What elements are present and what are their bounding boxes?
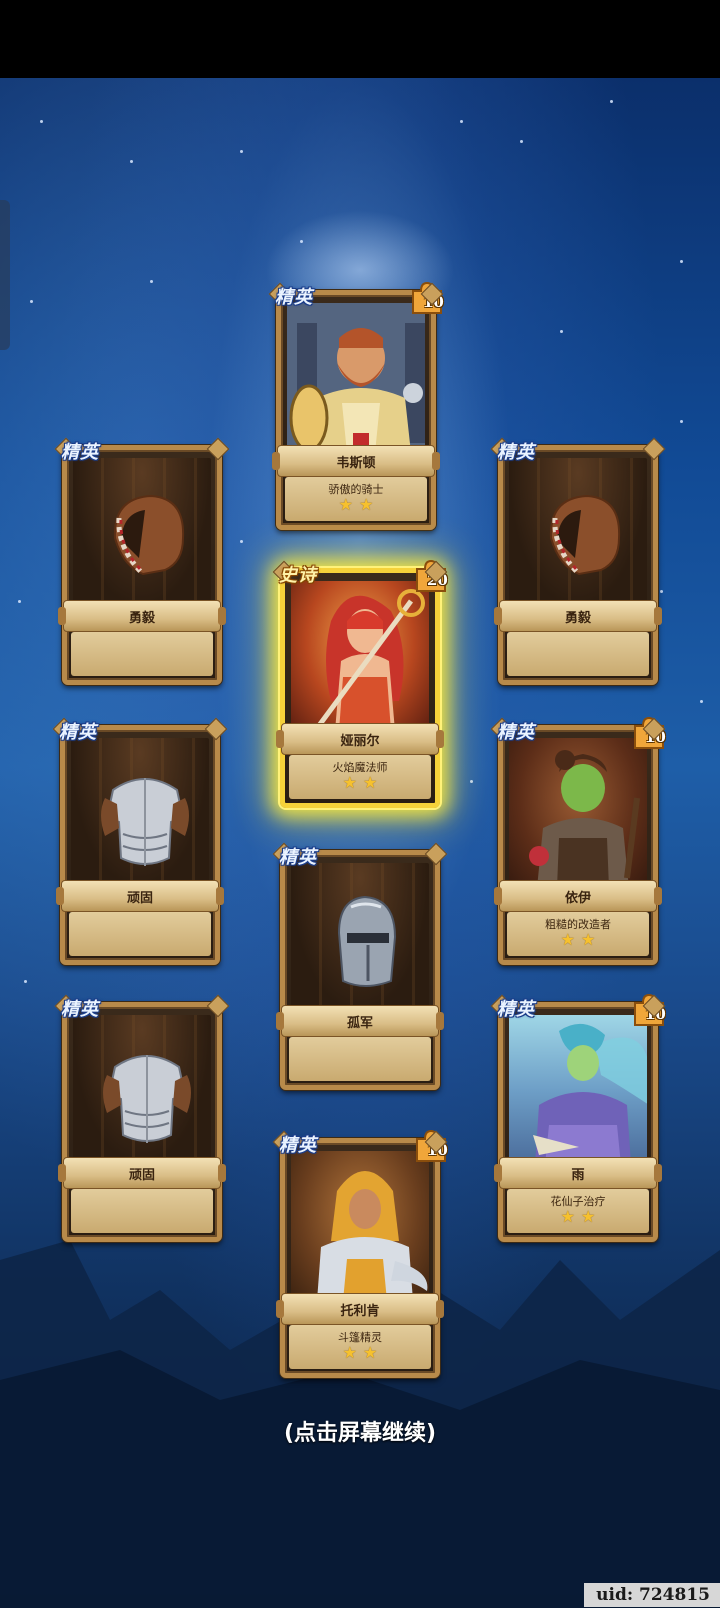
hero-portrait xyxy=(287,303,425,453)
reward-card-ariel[interactable]: 娅丽尔 火焰魔法师 ★ ★ 史诗 20 xyxy=(276,559,448,808)
card-name-plate: 勇毅 xyxy=(58,600,226,632)
card-name: 勇毅 xyxy=(128,610,155,626)
shard-puzzle-icon: 10 xyxy=(413,1129,448,1163)
star-icon: ★ xyxy=(581,930,596,949)
reward-card-weston[interactable]: 韦斯顿 骄傲的骑士 ★ ★ 精英 10 xyxy=(272,281,444,530)
item-art xyxy=(73,458,211,608)
card-info xyxy=(69,912,211,956)
tap-to-continue-prompt[interactable]: (点击屏幕继续) xyxy=(0,1415,720,1447)
reward-screen[interactable]: 韦斯顿 骄傲的骑士 ★ ★ 精英 10 勇毅 精英 勇毅 精英 娅丽尔 火焰魔法… xyxy=(0,0,720,1608)
rarity-badge: 精英 xyxy=(497,999,535,1020)
hero-portrait xyxy=(291,581,429,731)
star-icon: ★ xyxy=(560,930,575,949)
rarity-badge: 精英 xyxy=(497,722,535,743)
card-name: 韦斯顿 xyxy=(336,455,376,471)
star-icon: ★ xyxy=(338,495,353,514)
card-name-plate: 勇毅 xyxy=(494,600,662,632)
rarity-badge: 精英 xyxy=(279,847,317,868)
reward-card-yu[interactable]: 雨 花仙子治疗 ★ ★ 精英 10 xyxy=(494,993,666,1242)
card-name: 孤军 xyxy=(346,1015,373,1031)
shard-puzzle-icon: 20 xyxy=(413,559,448,593)
card-info xyxy=(507,632,649,676)
shard-puzzle-icon: 10 xyxy=(631,716,666,750)
card-info: 骄傲的骑士 ★ ★ xyxy=(285,477,427,521)
reward-card-item-stubborn-2[interactable]: 顽固 精英 xyxy=(58,999,226,1242)
star-icon: ★ xyxy=(363,773,378,792)
card-info xyxy=(289,1037,431,1081)
star-icon: ★ xyxy=(342,773,357,792)
rarity-badge: 精英 xyxy=(279,1135,317,1156)
card-name: 勇毅 xyxy=(564,610,591,626)
star-rating: ★ ★ xyxy=(507,932,649,948)
star-icon: ★ xyxy=(342,1343,357,1362)
hero-portrait xyxy=(509,1015,647,1165)
star-rating: ★ ★ xyxy=(289,775,431,791)
side-drawer-handle[interactable] xyxy=(0,200,10,350)
star-icon: ★ xyxy=(581,1207,596,1226)
shard-count: 10 xyxy=(645,1005,666,1023)
rarity-badge: 史诗 xyxy=(279,565,317,586)
rarity-badge: 精英 xyxy=(497,442,535,463)
item-art xyxy=(73,1015,211,1165)
shard-count: 20 xyxy=(427,571,448,589)
rarity-badge: 精英 xyxy=(59,722,97,743)
reward-card-item-lone-army[interactable]: 孤军 精英 xyxy=(276,847,444,1090)
hero-portrait xyxy=(291,1151,429,1301)
reward-card-item-stubborn-1[interactable]: 顽固 精英 xyxy=(56,722,224,965)
card-subtitle: 火焰魔法师 xyxy=(332,761,388,774)
shard-puzzle-icon: 10 xyxy=(631,993,666,1027)
card-name-plate: 托利肯 xyxy=(276,1293,444,1325)
rarity-badge: 精英 xyxy=(61,442,99,463)
reward-card-item-courage-left[interactable]: 勇毅 精英 xyxy=(58,442,226,685)
star-icon: ★ xyxy=(363,1343,378,1362)
reward-card-yiyi[interactable]: 依伊 粗糙的改造者 ★ ★ 精英 10 xyxy=(494,716,666,965)
reward-card-item-courage-right[interactable]: 勇毅 精英 xyxy=(494,442,662,685)
star-rating: ★ ★ xyxy=(507,1209,649,1225)
item-art xyxy=(509,458,647,608)
card-name-plate: 顽固 xyxy=(56,880,224,912)
card-subtitle: 骄傲的骑士 xyxy=(328,483,384,496)
star-icon: ★ xyxy=(359,495,374,514)
card-name-plate: 顽固 xyxy=(58,1157,226,1189)
card-name-plate: 韦斯顿 xyxy=(272,445,440,477)
card-info: 粗糙的改造者 ★ ★ xyxy=(507,912,649,956)
card-subtitle: 粗糙的改造者 xyxy=(545,918,611,931)
card-name-plate: 孤军 xyxy=(276,1005,444,1037)
rarity-badge: 精英 xyxy=(275,287,313,308)
card-name: 娅丽尔 xyxy=(340,733,380,749)
item-art xyxy=(71,738,209,888)
card-info: 花仙子治疗 ★ ★ xyxy=(507,1189,649,1233)
card-name-plate: 依伊 xyxy=(494,880,662,912)
uid-label: uid: 724815 xyxy=(584,1583,720,1607)
card-info: 斗篷精灵 ★ ★ xyxy=(289,1325,431,1369)
card-name-plate: 娅丽尔 xyxy=(276,723,444,755)
reward-card-toliken[interactable]: 托利肯 斗篷精灵 ★ ★ 精英 10 xyxy=(276,1129,448,1378)
card-subtitle: 斗篷精灵 xyxy=(338,1331,382,1344)
star-rating: ★ ★ xyxy=(285,497,427,513)
shard-puzzle-icon: 10 xyxy=(409,281,444,315)
shard-count: 10 xyxy=(423,293,444,311)
card-name: 顽固 xyxy=(126,890,153,906)
card-name-plate: 雨 xyxy=(494,1157,662,1189)
status-bar xyxy=(0,0,720,78)
item-art xyxy=(291,863,429,1013)
card-name: 依伊 xyxy=(564,890,591,906)
star-icon: ★ xyxy=(560,1207,575,1226)
card-info: 火焰魔法师 ★ ★ xyxy=(289,755,431,799)
card-name: 托利肯 xyxy=(340,1303,380,1319)
card-name: 雨 xyxy=(571,1167,585,1183)
card-info xyxy=(71,632,213,676)
star-rating: ★ ★ xyxy=(289,1345,431,1361)
card-subtitle: 花仙子治疗 xyxy=(550,1195,606,1208)
shard-count: 10 xyxy=(645,728,666,746)
hero-portrait xyxy=(509,738,647,888)
card-info xyxy=(71,1189,213,1233)
rarity-badge: 精英 xyxy=(61,999,99,1020)
shard-count: 10 xyxy=(427,1141,448,1159)
card-name: 顽固 xyxy=(128,1167,155,1183)
